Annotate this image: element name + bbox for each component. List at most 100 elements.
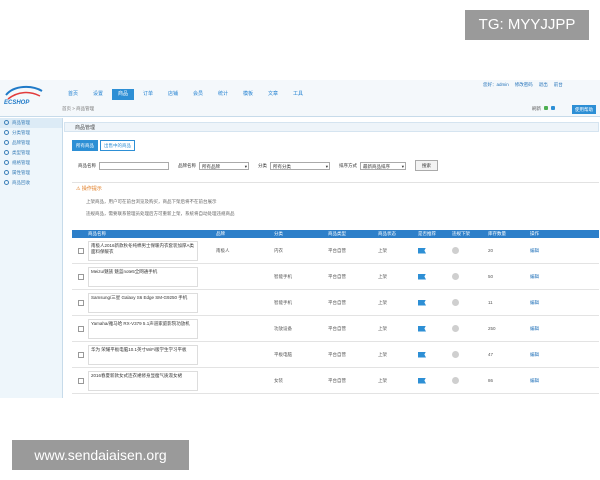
goods-stock: 50 bbox=[488, 274, 494, 279]
goods-name[interactable]: 2016春夏新款女式连衣裙修身显瘦气质淑女裙 bbox=[88, 370, 198, 391]
goods-name[interactable]: Yamaha/雅马哈 RX-V379 5.1声道家庭影院功放机 bbox=[88, 318, 198, 339]
name-input[interactable] bbox=[99, 161, 169, 170]
tip-line-2: 违规商品，需要联系管理员处理后方可重新上架，系统将自动处理违规商品 bbox=[86, 211, 235, 216]
logo-text: ECSHOP bbox=[4, 100, 30, 106]
goods-stock: 250 bbox=[488, 326, 496, 331]
row-checkbox[interactable] bbox=[78, 247, 84, 254]
brand-select[interactable]: 所有品牌 bbox=[199, 161, 249, 170]
row-checkbox[interactable] bbox=[78, 377, 84, 384]
table-row: Yamaha/雅马哈 RX-V379 5.1声道家庭影院功放机 功放设备 平台自… bbox=[72, 316, 599, 342]
recommend-flag-icon[interactable] bbox=[418, 351, 426, 358]
nav-members[interactable]: 会员 bbox=[187, 89, 209, 100]
goods-name[interactable]: 南极人2016新款秋冬纯棉男士保暖内衣套装加厚A类面料保暖衣 bbox=[88, 240, 198, 261]
sort-select[interactable]: 最新商品排序 bbox=[360, 161, 406, 170]
row-checkbox[interactable] bbox=[78, 351, 84, 358]
goods-category: 女装 bbox=[274, 377, 283, 383]
user-greeting: 您好：admin bbox=[483, 82, 509, 87]
violation-toggle-icon[interactable] bbox=[452, 351, 459, 358]
table-header: 商品名称 品牌 分类 商品类型 商品状态 是否推荐 违规下架 库存数量 操作 bbox=[72, 230, 599, 238]
nav-templates[interactable]: 模板 bbox=[237, 89, 259, 100]
help-button[interactable]: 使用帮助 bbox=[572, 105, 596, 114]
header-recommend: 是否推荐 bbox=[418, 231, 436, 236]
status-blue-icon[interactable] bbox=[551, 106, 555, 110]
header-violation: 违规下架 bbox=[452, 231, 470, 236]
row-checkbox[interactable] bbox=[78, 325, 84, 332]
goods-category: 内衣 bbox=[274, 247, 283, 253]
goods-type: 平台自营 bbox=[328, 325, 346, 331]
goods-type: 平台自营 bbox=[328, 273, 346, 279]
goods-status: 上架 bbox=[378, 273, 387, 279]
nav-stats[interactable]: 统计 bbox=[212, 89, 234, 100]
frontend-link[interactable]: 前台 bbox=[554, 82, 563, 88]
header-name: 商品名称 bbox=[88, 231, 106, 236]
tab-all-goods[interactable]: 所有商品 bbox=[72, 140, 98, 151]
edit-link[interactable]: 编辑 bbox=[530, 300, 560, 306]
watermark-top: TG: MYYJJPP bbox=[465, 10, 589, 40]
nav-settings[interactable]: 设置 bbox=[87, 89, 109, 100]
recommend-flag-icon[interactable] bbox=[418, 273, 426, 280]
refresh-link[interactable]: 刷新 bbox=[532, 106, 541, 112]
bullet-icon bbox=[4, 170, 9, 176]
goods-type: 平台自营 bbox=[328, 377, 346, 383]
violation-toggle-icon[interactable] bbox=[452, 273, 459, 280]
main-content: 商品管理 所有商品 出售中的商品 商品名称 品牌名称 所有品牌 分类 所有分类 … bbox=[64, 118, 600, 398]
nav-home[interactable]: 首页 bbox=[62, 89, 84, 100]
table-row: Meizu/魅族 魅蓝note5全网通手机 智能手机 平台自营 上架 50 编辑 bbox=[72, 264, 599, 290]
goods-category: 平板电脑 bbox=[274, 351, 292, 357]
goods-stock: 47 bbox=[488, 352, 494, 357]
sidebar-item-goods[interactable]: 商品管理 bbox=[0, 118, 62, 128]
edit-link[interactable]: 编辑 bbox=[530, 352, 560, 358]
tab-on-sale[interactable]: 出售中的商品 bbox=[100, 140, 135, 151]
admin-app: ECSHOP 首页 设置 商品 订单 店铺 会员 统计 模板 文章 工具 您好：… bbox=[0, 80, 600, 398]
goods-status: 上架 bbox=[378, 325, 387, 331]
user-bar: 您好：admin 修改密码 退出 前台 bbox=[483, 82, 563, 88]
recommend-flag-icon[interactable] bbox=[418, 377, 426, 384]
change-password-link[interactable]: 修改密码 bbox=[515, 82, 533, 88]
nav-articles[interactable]: 文章 bbox=[262, 89, 284, 100]
tip-line-1: 上架商品，用户可在前台浏览及购买，商品下架后将不在前台展示 bbox=[86, 199, 217, 204]
goods-category: 智能手机 bbox=[274, 273, 292, 279]
top-icons: 刷新 bbox=[532, 106, 555, 112]
sidebar-item-recycle[interactable]: 商品回收 bbox=[0, 178, 62, 188]
sidebar-item-brand[interactable]: 品牌管理 bbox=[0, 138, 62, 148]
status-green-icon[interactable] bbox=[544, 106, 548, 110]
edit-link[interactable]: 编辑 bbox=[530, 248, 560, 254]
violation-toggle-icon[interactable] bbox=[452, 325, 459, 332]
category-select[interactable]: 所有分类 bbox=[270, 161, 330, 170]
nav-tools[interactable]: 工具 bbox=[287, 89, 309, 100]
nav-orders[interactable]: 订单 bbox=[137, 89, 159, 100]
edit-link[interactable]: 编辑 bbox=[530, 378, 560, 384]
recommend-flag-icon[interactable] bbox=[418, 299, 426, 306]
goods-status: 上架 bbox=[378, 247, 387, 253]
goods-name[interactable]: Meizu/魅族 魅蓝note5全网通手机 bbox=[88, 266, 198, 287]
logout-link[interactable]: 退出 bbox=[539, 82, 548, 88]
sidebar: 商品管理 分类管理 品牌管理 类型管理 规格管理 属性管理 商品回收 bbox=[0, 118, 63, 398]
row-checkbox[interactable] bbox=[78, 273, 84, 280]
bullet-icon bbox=[4, 130, 9, 136]
sidebar-item-spec[interactable]: 规格管理 bbox=[0, 158, 62, 168]
category-label: 分类 bbox=[258, 162, 267, 168]
nav-shop[interactable]: 店铺 bbox=[162, 89, 184, 100]
recommend-flag-icon[interactable] bbox=[418, 247, 426, 254]
recommend-flag-icon[interactable] bbox=[418, 325, 426, 332]
violation-toggle-icon[interactable] bbox=[452, 299, 459, 306]
sidebar-item-category[interactable]: 分类管理 bbox=[0, 128, 62, 138]
search-button[interactable]: 搜索 bbox=[415, 160, 438, 171]
header-type: 商品类型 bbox=[328, 231, 346, 236]
goods-name[interactable]: 华为 荣耀平板电脑10.1英寸WiFi版学生学习平板 bbox=[88, 344, 198, 365]
edit-link[interactable]: 编辑 bbox=[530, 274, 560, 280]
sidebar-item-type[interactable]: 类型管理 bbox=[0, 148, 62, 158]
goods-type: 平台自营 bbox=[328, 299, 346, 305]
goods-name[interactable]: Samsung/三星 Galaxy S6 Edge SM-G9250 手机 bbox=[88, 292, 198, 313]
tab-bar: 所有商品 出售中的商品 bbox=[72, 140, 135, 151]
table-row: 2016春夏新款女式连衣裙修身显瘦气质淑女裙 女装 平台自营 上架 86 编辑 bbox=[72, 368, 599, 394]
row-checkbox[interactable] bbox=[78, 299, 84, 306]
nav-goods[interactable]: 商品 bbox=[112, 89, 134, 100]
sidebar-item-attr[interactable]: 属性管理 bbox=[0, 168, 62, 178]
violation-toggle-icon[interactable] bbox=[452, 377, 459, 384]
goods-status: 上架 bbox=[378, 299, 387, 305]
violation-toggle-icon[interactable] bbox=[452, 247, 459, 254]
table-row: Samsung/三星 Galaxy S6 Edge SM-G9250 手机 智能… bbox=[72, 290, 599, 316]
bullet-icon bbox=[4, 160, 9, 166]
edit-link[interactable]: 编辑 bbox=[530, 326, 560, 332]
